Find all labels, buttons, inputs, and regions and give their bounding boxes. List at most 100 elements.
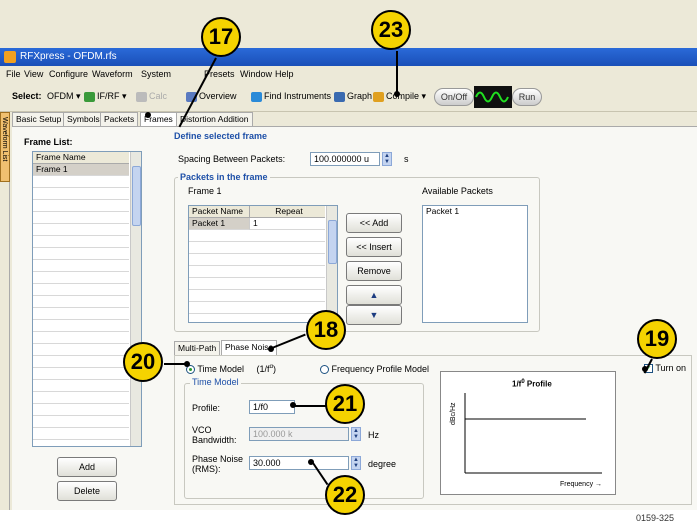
list-item — [33, 356, 129, 368]
find-instruments-icon — [251, 91, 262, 102]
graph-button[interactable]: Graph — [334, 91, 372, 102]
ifrf-label: IF/RF ▾ — [97, 91, 127, 101]
callout-19: 19 — [637, 319, 677, 359]
delete-frame-button[interactable]: Delete — [57, 481, 117, 501]
callout-18: 18 — [306, 310, 346, 350]
col-repeat: Repeat — [249, 206, 325, 218]
compile-icon — [373, 91, 384, 102]
spacing-field[interactable]: 100.000000 u — [310, 152, 380, 166]
col-packet-name: Packet Name — [189, 206, 249, 218]
spacing-stepper[interactable]: ▲ ▼ — [382, 152, 392, 166]
calc-button[interactable]: Calc — [136, 91, 167, 102]
available-packets-list[interactable]: Packet 1 — [422, 205, 528, 323]
callout-19-dot — [642, 366, 648, 372]
list-item — [33, 320, 129, 332]
run-button[interactable]: Run — [512, 88, 542, 106]
tab-packets[interactable]: Packets — [100, 112, 139, 126]
list-item — [33, 392, 129, 404]
phase-noise-field[interactable]: 30.000 — [249, 456, 349, 470]
frequency-profile-radio[interactable]: Frequency Profile Model — [320, 364, 429, 375]
menu-view[interactable]: View — [24, 69, 43, 79]
ofdm-dropdown[interactable]: OFDM ▾ — [47, 91, 81, 102]
table-row — [189, 254, 325, 266]
graph-icon — [334, 91, 345, 102]
list-item — [33, 284, 129, 296]
move-down-button[interactable]: ▼ — [346, 305, 402, 325]
table-row — [189, 302, 325, 314]
list-item — [33, 332, 129, 344]
list-item — [33, 380, 129, 392]
menu-help[interactable]: Help — [275, 69, 294, 79]
list-item[interactable]: Frame 1 — [33, 164, 129, 176]
callout-23-leader — [396, 51, 398, 95]
menu-waveform[interactable]: Waveform — [92, 69, 133, 79]
table-row — [189, 278, 325, 290]
menu-file[interactable]: File — [6, 69, 21, 79]
select-label: Select: — [12, 91, 42, 101]
add-frame-button[interactable]: Add — [57, 457, 117, 477]
find-instruments-button[interactable]: Find Instruments — [251, 91, 331, 102]
menu-bar: File View Configure Waveform System Pres… — [0, 66, 697, 82]
scroll-thumb[interactable] — [328, 220, 337, 264]
spacing-label: Spacing Between Packets: — [178, 154, 286, 164]
frame-list-header: Frame Name — [33, 152, 129, 164]
vco-bandwidth-field[interactable]: 100.000 k — [249, 427, 349, 441]
table-cell[interactable]: Packet 1 — [189, 218, 249, 230]
menu-window[interactable]: Window — [240, 69, 272, 79]
packets-table[interactable]: Packet Name Repeat Packet 1 1 — [188, 205, 338, 323]
remove-packet-button[interactable]: Remove — [346, 261, 402, 281]
list-item — [33, 212, 129, 224]
callout-21: 21 — [325, 384, 365, 424]
move-up-button[interactable]: ▲ — [346, 285, 402, 305]
time-model-radio[interactable]: Time Model (1/fα) — [186, 364, 276, 375]
tab-multi-path[interactable]: Multi-Path — [174, 341, 221, 355]
callout-22: 22 — [325, 475, 365, 515]
waveform-list-tab[interactable]: Waveform List — [0, 112, 10, 182]
callout-23-dot — [394, 91, 400, 97]
find-instruments-label: Find Instruments — [264, 91, 332, 101]
compile-label: Compile — [386, 91, 420, 101]
list-item — [33, 200, 129, 212]
window-title: RFXpress - OFDM.rfs — [20, 51, 117, 62]
graph-x-axis-label: Frequency → — [560, 481, 603, 488]
list-item — [33, 248, 129, 260]
phase-noise-stepper[interactable]: ▲ ▼ — [351, 456, 361, 470]
callout-21-leader — [293, 405, 326, 407]
list-item[interactable]: Packet 1 — [423, 206, 527, 218]
list-item — [33, 416, 129, 428]
time-model-group-title: Time Model — [190, 377, 241, 387]
menu-configure[interactable]: Configure — [49, 69, 88, 79]
add-packet-button[interactable]: << Add — [346, 213, 402, 233]
waveform-list-label: Waveform List — [1, 117, 8, 162]
vco-bandwidth-unit: Hz — [368, 430, 379, 440]
vco-bandwidth-stepper[interactable]: ▲ ▼ — [351, 427, 361, 441]
menu-system[interactable]: System — [141, 69, 171, 79]
callout-20-leader — [164, 363, 186, 365]
list-item — [33, 404, 129, 416]
turn-on-checkbox[interactable]: ✓ Turn on — [644, 363, 687, 374]
table-row — [189, 242, 325, 254]
ifrf-icon — [84, 91, 95, 102]
graph-title-main: 1/f — [512, 379, 522, 389]
tab-symbols[interactable]: Symbols — [63, 112, 104, 126]
frame-list-scrollbar[interactable] — [130, 152, 141, 446]
overview-label: Overview — [199, 91, 237, 101]
time-model-formula: (1/f — [256, 364, 270, 374]
list-item — [33, 308, 129, 320]
tab-distortion-addition[interactable]: Distortion Addition — [176, 112, 253, 126]
ifrf-dropdown[interactable]: IF/RF ▾ — [84, 91, 127, 102]
callout-21-dot — [290, 402, 296, 408]
on-off-button[interactable]: On/Off — [434, 88, 474, 106]
tab-basic-setup[interactable]: Basic Setup — [12, 112, 66, 126]
profile-field[interactable]: 1/f0 — [249, 400, 295, 414]
list-item — [33, 344, 129, 356]
table-cell[interactable]: 1 — [249, 218, 325, 230]
packets-scrollbar[interactable] — [326, 206, 337, 322]
compile-dropdown-icon: ▾ — [421, 91, 427, 101]
scroll-thumb[interactable] — [132, 166, 141, 226]
turn-on-label: Turn on — [655, 363, 687, 373]
frame-list[interactable]: Frame Name Frame 1 — [32, 151, 142, 447]
callout-17: 17 — [201, 17, 241, 57]
insert-packet-button[interactable]: << Insert — [346, 237, 402, 257]
define-frame-title: Define selected frame — [174, 131, 268, 141]
